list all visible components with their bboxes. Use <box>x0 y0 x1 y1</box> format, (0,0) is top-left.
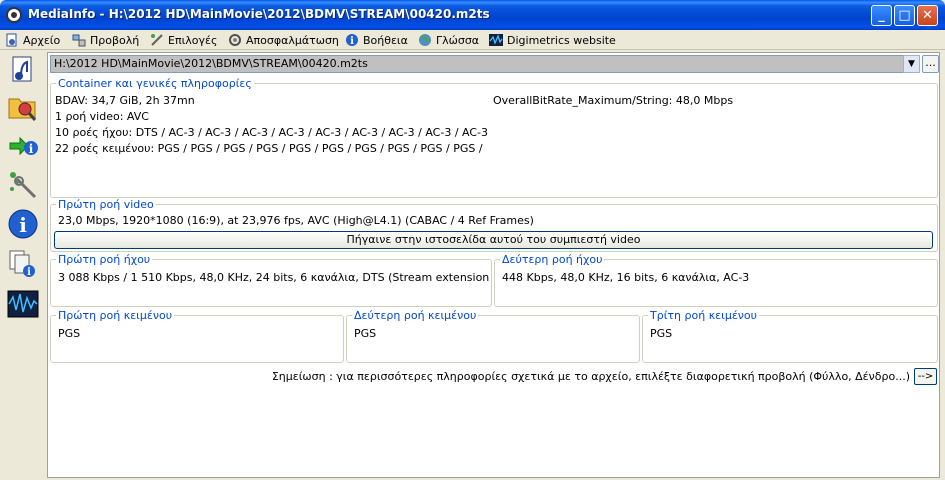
digimetrics-icon <box>489 33 503 47</box>
audio-1-line: 3 088 Kbps / 1 510 Kbps, 48,0 KHz, 24 bi… <box>58 271 490 284</box>
preferences-button[interactable] <box>7 169 39 201</box>
container-line-text: 22 ροές κειμένου: PGS / PGS / PGS / PGS … <box>55 142 483 155</box>
close-button[interactable]: ✕ <box>917 5 938 26</box>
text-3-line: PGS <box>650 327 673 340</box>
menu-help[interactable]: i Βοήθεια <box>345 32 408 48</box>
container-group-title: Container και γενικές πληροφορίες <box>56 77 254 90</box>
view-icon <box>72 33 86 47</box>
open-folder-icon <box>8 98 37 121</box>
svg-text:i: i <box>27 267 31 278</box>
svg-text:i: i <box>350 36 354 47</box>
audio-group-2-title: Δεύτερη ροή ήχου <box>500 253 605 266</box>
menu-digimetrics[interactable]: Digimetrics website <box>489 32 616 48</box>
audio-2-line: 448 Kbps, 48,0 KHz, 16 bits, 6 κανάλια, … <box>502 271 750 284</box>
maximize-button[interactable]: □ <box>894 5 915 26</box>
menu-language-label: Γλώσσα <box>436 33 480 47</box>
menu-view-label: Προβολή <box>90 33 140 47</box>
audio-group-1: Πρώτη ροή ήχου 3 088 Kbps / 1 510 Kbps, … <box>50 253 492 307</box>
mediainfo-app-icon <box>6 7 22 23</box>
audio-group-2: Δεύτερη ροή ήχου 448 Kbps, 48,0 KHz, 16 … <box>494 253 938 307</box>
waveform-icon <box>7 290 39 318</box>
about-button[interactable]: i <box>7 208 39 240</box>
video-group: Πρώτη ροή video 23,0 Mbps, 1920*1080 (16… <box>50 198 938 252</box>
preferences-icon <box>10 172 37 199</box>
file-icon <box>5 33 19 47</box>
menu-digimetrics-label: Digimetrics website <box>507 33 616 47</box>
file-path-combo[interactable]: H:\2012 HD\MainMovie\2012\BDMV\STREAM\00… <box>50 55 920 73</box>
text-1-line: PGS <box>58 327 81 340</box>
menu-debug-label: Αποσφαλμάτωση <box>246 33 339 47</box>
menu-options-label: Επιλογές <box>168 33 218 47</box>
container-line-audio: 10 ροές ήχου: DTS / AC-3 / AC-3 / AC-3 /… <box>55 126 489 139</box>
text-group-1: Πρώτη ροή κειμένου PGS <box>50 309 344 363</box>
menu-view[interactable]: Προβολή <box>72 32 139 48</box>
text-group-1-title: Πρώτη ροή κειμένου <box>56 309 175 322</box>
container-line-format: BDAV: 34,7 GiB, 2h 37mn <box>55 94 195 107</box>
chevron-down-icon[interactable]: ▼ <box>903 55 920 73</box>
minimize-button[interactable]: _ <box>871 5 892 26</box>
text-group-2: Δεύτερη ροή κειμένου PGS <box>346 309 640 363</box>
menu-file[interactable]: Αρχείο <box>5 32 60 48</box>
export-icon: i <box>9 136 38 156</box>
open-file-icon <box>12 56 32 82</box>
title-bar[interactable]: MediaInfo - H:\2012 HD\MainMovie\2012\BD… <box>0 0 945 30</box>
audio-group-1-title: Πρώτη ροή ήχου <box>56 253 153 266</box>
menu-help-label: Βοήθεια <box>363 33 408 47</box>
browse-button[interactable]: ... <box>922 55 939 73</box>
svg-text:i: i <box>29 142 34 156</box>
debug-icon <box>228 33 242 47</box>
waveform-button[interactable] <box>7 288 39 320</box>
globe-icon <box>418 33 432 47</box>
help-icon: i <box>345 33 359 47</box>
view-hint-note: Σημείωση : για περισσότερες πληροφορίες … <box>271 370 910 383</box>
svg-text:i: i <box>19 213 27 237</box>
menu-options[interactable]: Επιλογές <box>150 32 217 48</box>
text-2-line: PGS <box>354 327 377 340</box>
container-group: Container και γενικές πληροφορίες BDAV: … <box>50 77 938 198</box>
sidebar-toolbar: i i i <box>3 52 41 478</box>
container-line-video: 1 ροή video: AVC <box>55 110 149 123</box>
open-folder-button[interactable] <box>7 91 39 123</box>
video-group-title: Πρώτη ροή video <box>56 198 156 211</box>
text-group-3-title: Τρίτη ροή κειμένου <box>648 309 760 322</box>
video-line: 23,0 Mbps, 1920*1080 (16:9), at 23,976 f… <box>58 214 534 227</box>
text-group-2-title: Δεύτερη ροή κειμένου <box>352 309 479 322</box>
window-title: MediaInfo - H:\2012 HD\MainMovie\2012\BD… <box>28 7 490 21</box>
info-panel: H:\2012 HD\MainMovie\2012\BDMV\STREAM\00… <box>47 52 940 478</box>
menu-bar: Αρχείο Προβολή Επιλογές Αποσφαλμάτωση i … <box>0 30 945 50</box>
export-button[interactable]: i <box>7 130 39 162</box>
menu-language[interactable]: Γλώσσα <box>418 32 479 48</box>
menu-debug[interactable]: Αποσφαλμάτωση <box>228 32 339 48</box>
text-group-3: Τρίτη ροή κειμένου PGS <box>642 309 938 363</box>
container-overall-bitrate: OverallBitRate_Maximum/String: 48,0 Mbps <box>493 94 734 107</box>
video-codec-website-button[interactable]: Πήγαινε στην ιστοσελίδα αυτού του συμπιε… <box>54 231 933 249</box>
file-path-text: H:\2012 HD\MainMovie\2012\BDMV\STREAM\00… <box>54 57 368 70</box>
options-icon <box>150 33 164 47</box>
menu-file-label: Αρχείο <box>23 33 61 47</box>
sheet-view-icon: i <box>9 250 35 278</box>
open-file-button[interactable] <box>7 54 39 86</box>
about-icon: i <box>8 209 38 239</box>
sheet-view-button[interactable]: i <box>7 248 39 280</box>
next-view-button[interactable]: --> <box>914 368 937 385</box>
